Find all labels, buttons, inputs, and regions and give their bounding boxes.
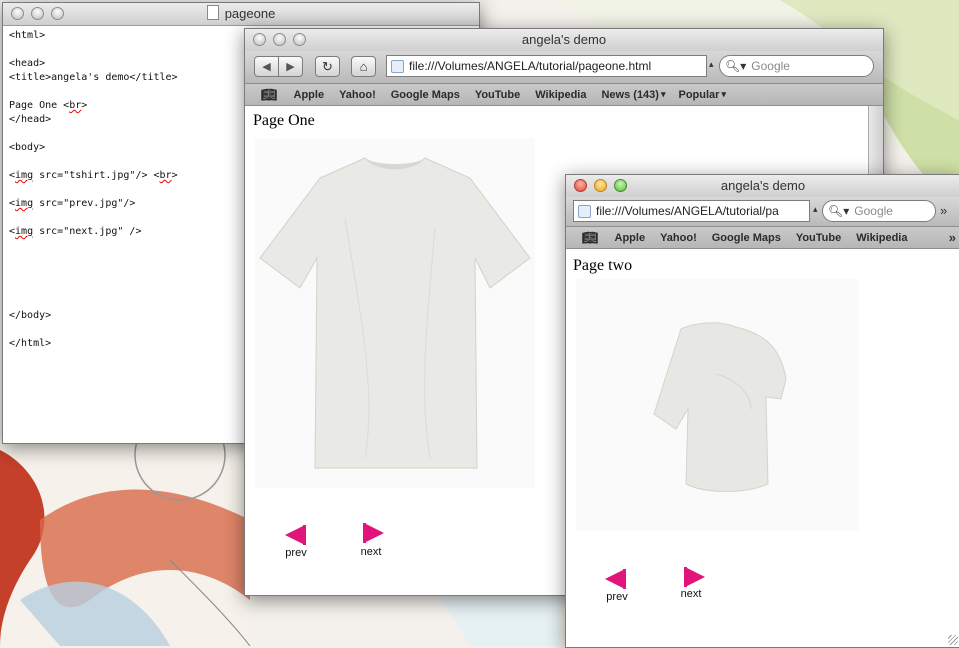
bookmark-wikipedia[interactable]: Wikipedia <box>535 89 586 101</box>
browser1-titlebar[interactable]: angela's demo <box>245 29 883 52</box>
close-button[interactable] <box>11 7 24 20</box>
bookmark-popular[interactable]: Popular <box>679 89 720 101</box>
forward-button[interactable]: ▶ <box>278 56 303 77</box>
file-icon <box>391 59 404 73</box>
bookmark-apple[interactable]: Apple <box>294 89 325 101</box>
bookmark-wikipedia[interactable]: Wikipedia <box>856 232 907 244</box>
search-placeholder: Google <box>751 59 790 73</box>
browser2-titlebar[interactable]: angela's demo <box>566 175 959 198</box>
url-dropdown-icon[interactable]: ▴ <box>813 204 818 215</box>
zoom-button[interactable] <box>614 179 627 192</box>
toolbar-overflow-icon[interactable]: » <box>940 203 947 218</box>
document-icon <box>206 5 219 20</box>
next-link[interactable]: next <box>351 546 391 558</box>
prev-arrow-icon[interactable] <box>603 569 627 589</box>
minimize-button[interactable] <box>273 33 286 46</box>
editor-title: pageone <box>224 6 276 21</box>
page-heading: Page two <box>573 257 633 274</box>
minimize-button[interactable] <box>594 179 607 192</box>
prev-arrow-icon[interactable] <box>283 525 307 545</box>
bookmark-apple[interactable]: Apple <box>615 232 646 244</box>
zoom-button[interactable] <box>51 7 64 20</box>
tshirt-image <box>255 138 535 488</box>
url-text: file:///Volumes/ANGELA/tutorial/pageone.… <box>409 59 652 73</box>
page-heading: Page One <box>253 112 315 129</box>
bookmark-yahoo[interactable]: Yahoo! <box>339 89 376 101</box>
book-icon[interactable]: 📖︎ <box>261 87 278 103</box>
book-icon[interactable]: 📖︎ <box>582 230 599 246</box>
bookmark-yahoo[interactable]: Yahoo! <box>660 232 697 244</box>
prev-link[interactable]: prev <box>597 591 637 603</box>
close-button[interactable] <box>253 33 266 46</box>
url-text: file:///Volumes/ANGELA/tutorial/pa <box>596 204 779 218</box>
back-button[interactable]: ◀ <box>254 56 279 77</box>
search-placeholder: Google <box>854 204 893 218</box>
search-icon: 🔍︎▾ <box>828 204 850 218</box>
bookmark-google-maps[interactable]: Google Maps <box>391 89 460 101</box>
bookmark-youtube[interactable]: YouTube <box>796 232 841 244</box>
search-field[interactable]: 🔍︎▾ Google <box>822 200 936 222</box>
dropdown-arrow-icon[interactable]: ▾ <box>721 89 726 100</box>
file-icon <box>578 204 591 218</box>
bookmark-news-143[interactable]: News (143) <box>601 89 658 101</box>
womens-tshirt-image <box>576 279 859 531</box>
home-icon[interactable]: ⌂ <box>351 56 376 77</box>
close-button[interactable] <box>574 179 587 192</box>
bookmarks-overflow-icon[interactable]: » <box>949 230 956 245</box>
browser1-title: angela's demo <box>521 32 607 47</box>
address-bar[interactable]: file:///Volumes/ANGELA/tutorial/pageone.… <box>386 55 707 77</box>
address-bar[interactable]: file:///Volumes/ANGELA/tutorial/pa <box>573 200 810 222</box>
bookmark-google-maps[interactable]: Google Maps <box>712 232 781 244</box>
search-field[interactable]: 🔍︎▾ Google <box>719 55 874 77</box>
next-arrow-icon[interactable] <box>362 523 386 543</box>
browser1-toolbar: ◀ ▶ ↻ ⌂ file:///Volumes/ANGELA/tutorial/… <box>245 51 883 84</box>
zoom-button[interactable] <box>293 33 306 46</box>
reload-icon[interactable]: ↻ <box>315 56 340 77</box>
search-icon: 🔍︎▾ <box>725 59 747 73</box>
browser2-toolbar: file:///Volumes/ANGELA/tutorial/pa ▴ 🔍︎▾… <box>566 197 959 227</box>
url-dropdown-icon[interactable]: ▴ <box>709 59 714 70</box>
bookmarks-bar: 📖︎ Apple Yahoo! Google Maps YouTube Wikipedi… <box>245 84 883 106</box>
resize-grip-icon[interactable] <box>948 635 958 645</box>
browser2-title: angela's demo <box>720 178 806 193</box>
bookmarks-bar: 📖︎ Apple Yahoo! Google Maps YouTube Wikipedi… <box>566 227 959 249</box>
minimize-button[interactable] <box>31 7 44 20</box>
bookmark-youtube[interactable]: YouTube <box>475 89 520 101</box>
next-arrow-icon[interactable] <box>683 567 707 587</box>
browser-window-2: angela's demo file:///Volumes/ANGELA/tut… <box>565 174 959 648</box>
next-link[interactable]: next <box>671 588 711 600</box>
dropdown-arrow-icon[interactable]: ▾ <box>661 89 666 100</box>
browser2-page: Page two prev next <box>566 249 959 647</box>
prev-link[interactable]: prev <box>276 547 316 559</box>
editor-titlebar[interactable]: pageone <box>3 3 479 26</box>
